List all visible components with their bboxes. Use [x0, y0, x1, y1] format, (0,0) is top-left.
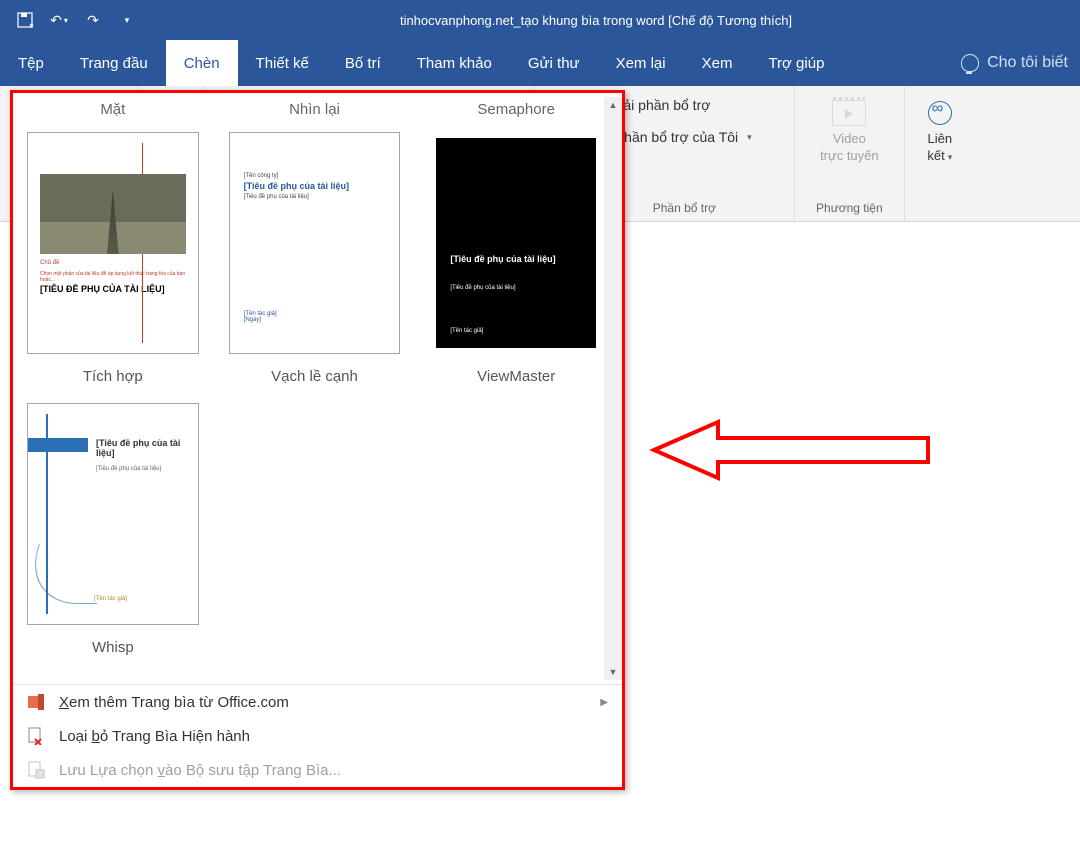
tell-me-label: Cho tôi biết [987, 54, 1068, 72]
tab-layout[interactable]: Bố trí [327, 40, 399, 86]
gallery-scroll-area[interactable]: Mặt Nhìn lại Semaphore Chủ đề Chọn một p… [13, 93, 622, 684]
scroll-up-icon[interactable]: ▲ [605, 97, 621, 113]
save-selection-menuitem: Lưu Lựa chọn vào Bộ sưu tập Trang Bìa... [13, 753, 622, 787]
scroll-down-icon[interactable]: ▼ [605, 664, 621, 680]
document-title: tinhocvanphong.net_tạo khung bìa trong w… [152, 13, 1080, 28]
remove-cover-label: Loại bỏ Trang Bìa Hiện hành [59, 728, 250, 745]
online-video-label-2: trực tuyến [820, 149, 879, 164]
more-from-office-menuitem[interactable]: Xem thêm Trang bìa từ Office.com ▶ [13, 685, 622, 719]
gallery-menu: Xem thêm Trang bìa từ Office.com ▶ Loại … [13, 684, 622, 787]
cover-thumb-viewmaster[interactable]: [Tiêu đề phụ của tài liệu] [Tiêu đề phụ … [430, 132, 602, 354]
addins-group-label: Phần bổ trợ [653, 201, 716, 219]
gallery-label-sideline: Vạch lề cạnh [229, 364, 401, 393]
links-group: Liên kết▾ [905, 86, 975, 221]
link-icon [923, 96, 957, 130]
tell-me[interactable]: Cho tôi biết [949, 40, 1080, 86]
tab-home[interactable]: Trang đầu [62, 40, 166, 86]
tab-help[interactable]: Trợ giúp [750, 40, 842, 86]
online-video-label-1: Video [833, 132, 866, 147]
media-group-label: Phương tiện [816, 201, 883, 219]
cover-thumb-integral[interactable]: Chủ đề Chọn một phần của tài liệu để áp … [27, 132, 199, 354]
tab-mailings[interactable]: Gửi thư [510, 40, 598, 86]
qat-customize-icon[interactable]: ▾ [114, 7, 140, 33]
more-from-office-label: Xem thêm Trang bìa từ Office.com [59, 694, 289, 711]
redo-icon[interactable]: ↷ [80, 7, 106, 33]
tab-review[interactable]: Xem lại [598, 40, 684, 86]
office-icon [27, 693, 45, 711]
annotation-arrow [648, 416, 938, 484]
cover-thumb-whisp[interactable]: [Tiêu đề phụ của tài liệu] [Tiêu đề phụ … [27, 403, 199, 625]
chevron-right-icon: ▶ [600, 697, 608, 708]
get-addins-label: Tải phần bổ trợ [615, 97, 711, 113]
gallery-label-semaphore: Semaphore [430, 97, 602, 122]
save-gallery-icon [27, 761, 45, 779]
title-bar: ↶▾ ↷ ▾ tinhocvanphong.net_tạo khung bìa … [0, 0, 1080, 40]
cover-thumb-sideline[interactable]: [Tên công ty] [Tiêu đề phụ của tài liệu]… [229, 132, 401, 354]
online-video-button[interactable]: Video trực tuyến [814, 92, 885, 168]
gallery-label-retrospect: Nhìn lại [229, 97, 401, 122]
link-label-2: kết▾ [927, 149, 952, 164]
tab-file[interactable]: Tệp [0, 40, 62, 86]
chevron-down-icon: ▾ [747, 132, 752, 143]
gallery-label-integral: Tích hợp [27, 364, 199, 393]
tab-design[interactable]: Thiết kế [238, 40, 327, 86]
ribbon-tabs: Tệp Trang đầu Chèn Thiết kế Bố trí Tham … [0, 40, 1080, 86]
media-group: Video trực tuyến Phương tiện [795, 86, 905, 221]
gallery-label-viewmaster: ViewMaster [430, 364, 602, 393]
save-icon[interactable] [12, 7, 38, 33]
undo-icon[interactable]: ↶▾ [46, 7, 72, 33]
tab-view[interactable]: Xem [684, 40, 751, 86]
gallery-label-face: Mặt [27, 97, 199, 122]
my-addins-label: Phần bổ trợ của Tôi [615, 129, 738, 145]
remove-cover-menuitem[interactable]: Loại bỏ Trang Bìa Hiện hành [13, 719, 622, 753]
save-selection-label: Lưu Lựa chọn vào Bộ sưu tập Trang Bìa... [59, 762, 341, 779]
cover-page-gallery: Mặt Nhìn lại Semaphore Chủ đề Chọn một p… [10, 90, 625, 790]
gallery-label-whisp: Whisp [27, 635, 199, 664]
gallery-scrollbar[interactable]: ▲ ▼ [604, 97, 622, 680]
remove-page-icon [27, 727, 45, 745]
video-icon [832, 96, 866, 130]
lightbulb-icon [961, 54, 979, 72]
tab-insert[interactable]: Chèn [166, 40, 238, 86]
link-label-1: Liên [928, 132, 953, 147]
tab-references[interactable]: Tham khảo [399, 40, 510, 86]
link-button[interactable]: Liên kết▾ [917, 92, 963, 168]
quick-access-toolbar: ↶▾ ↷ ▾ [0, 7, 152, 33]
